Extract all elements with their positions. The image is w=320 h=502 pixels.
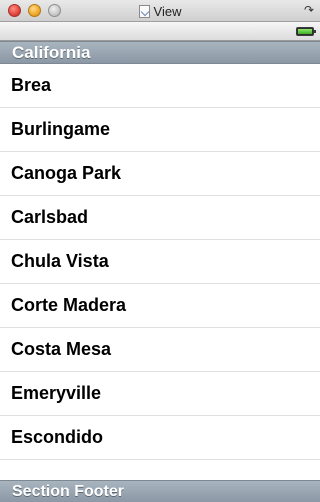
table-row[interactable]: Brea bbox=[0, 64, 320, 108]
battery-icon bbox=[296, 27, 316, 36]
battery-level-fill bbox=[298, 29, 312, 34]
rotate-icon[interactable]: ↷ bbox=[304, 3, 314, 17]
table-row[interactable]: Chula Vista bbox=[0, 240, 320, 284]
table-row[interactable]: Costa Mesa bbox=[0, 328, 320, 372]
document-icon bbox=[138, 4, 150, 18]
status-bar bbox=[0, 22, 320, 41]
window-title: View bbox=[153, 3, 182, 19]
section-footer: Section Footer bbox=[0, 480, 320, 502]
window-title-group: View bbox=[0, 0, 320, 22]
section-header: California bbox=[0, 41, 320, 64]
city-table[interactable]: Brea Burlingame Canoga Park Carlsbad Chu… bbox=[0, 64, 320, 460]
window-title-bar[interactable]: View ↷ bbox=[0, 0, 320, 22]
table-row[interactable]: Canoga Park bbox=[0, 152, 320, 196]
table-row[interactable]: Burlingame bbox=[0, 108, 320, 152]
table-row[interactable]: Escondido bbox=[0, 416, 320, 460]
table-row[interactable]: Emeryville bbox=[0, 372, 320, 416]
table-row[interactable]: Corte Madera bbox=[0, 284, 320, 328]
table-row[interactable]: Carlsbad bbox=[0, 196, 320, 240]
